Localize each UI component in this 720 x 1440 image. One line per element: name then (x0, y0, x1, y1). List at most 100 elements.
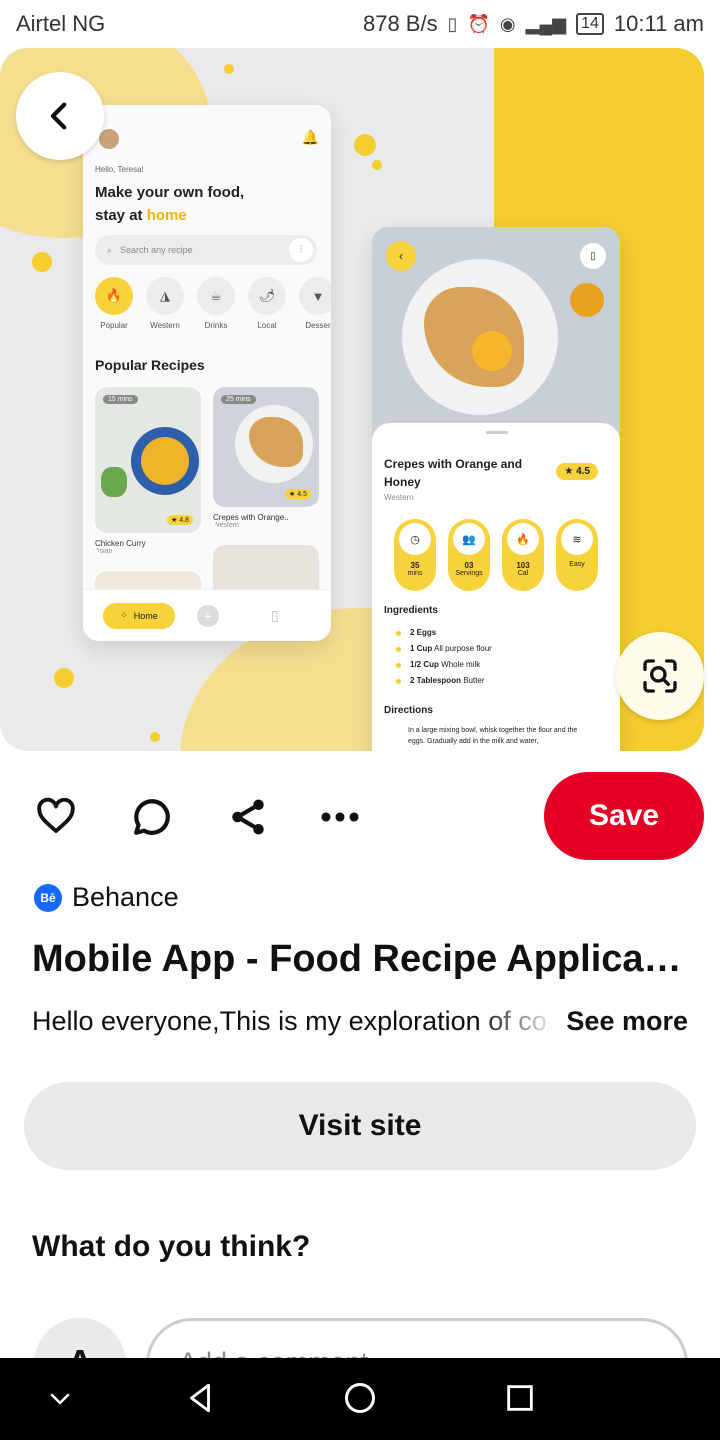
search-icon: ⌕ (107, 244, 113, 255)
behance-logo-icon: Bē (34, 883, 62, 912)
mockup-bottom-nav: ⁘ Home + ▯ (83, 589, 331, 641)
recipe-origin: Western (213, 522, 239, 529)
recipe-origin: Asian (95, 548, 113, 555)
battery-level: 14 (581, 15, 599, 32)
tagline-line2: stay at (95, 207, 147, 224)
like-button[interactable] (33, 794, 79, 840)
mockup-recipe-origin: Western (384, 493, 414, 502)
stat-time: ◷ 35 mins (394, 519, 436, 591)
mockup-home-label: Home (133, 610, 158, 621)
square-recents-icon (507, 1385, 533, 1411)
nav-home-button[interactable] (340, 1378, 380, 1418)
directions-text: In a large mixing bowl, whisk together t… (408, 727, 578, 745)
eye-icon: ◉ (499, 13, 516, 34)
people-icon: 👥 (453, 523, 485, 555)
carrier-name: Airtel NG (16, 11, 106, 36)
ingredient-item: 1/2 Cup Whole milk (396, 657, 492, 673)
more-options-button[interactable] (317, 794, 363, 840)
mockup-category: ▼ Desser (299, 277, 331, 330)
mockup-section-title: Popular Recipes (95, 357, 205, 373)
pin-image[interactable]: 🔔 Hello, Teresa! Make your own food, sta… (0, 48, 704, 751)
decor-dot (354, 134, 376, 156)
pin-title: Mobile App - Food Recipe Application (32, 938, 692, 980)
rating-badge: ★ 4.8 (167, 515, 193, 525)
category-label: Desser (305, 321, 331, 330)
stat-calories: 🔥 103 Cal (502, 519, 544, 591)
grid-icon: ⁘ (120, 610, 128, 620)
plus-icon: + (197, 604, 219, 627)
system-nav-bar (0, 1358, 720, 1440)
mockup-category: 🌶 Local (248, 277, 286, 330)
curry-image: 15 mins ★ 4.8 (95, 387, 201, 533)
mockup-home-tab: ⁘ Home (103, 602, 175, 629)
comment-icon (134, 799, 170, 835)
mockup-tagline: Make your own food, stay at home (95, 181, 305, 227)
mockup-search-placeholder: Search any recipe (120, 245, 193, 255)
ingredient-qty: 2 Tablespoon (410, 676, 461, 685)
share-button[interactable] (225, 794, 271, 840)
orange-shape (472, 331, 512, 371)
ingredient-name: Whole milk (441, 660, 481, 669)
chevron-left-icon: ‹ (386, 241, 416, 271)
leaf-shape (101, 467, 127, 497)
stat-value: 03 (464, 561, 474, 570)
honey-jar-shape (570, 283, 604, 317)
chevron-left-icon (50, 102, 67, 130)
cup-icon: ☕ (197, 277, 235, 315)
sheet-handle (486, 431, 508, 434)
category-label: Popular (100, 321, 128, 330)
filter-icon: ⫶ (289, 238, 313, 262)
ingredient-name: Butter (463, 676, 485, 685)
mockup-category: ☕ Drinks (197, 277, 235, 330)
mockup-category: 🔥 Popular (95, 277, 133, 330)
pin-description: Hello everyone,This is my exploration of… (32, 1006, 547, 1036)
see-more-link[interactable]: See more (566, 1006, 688, 1046)
nav-back-button[interactable] (180, 1378, 220, 1418)
visit-site-button[interactable]: Visit site (24, 1082, 696, 1170)
mockup-rating: ★ 4.5 (556, 463, 598, 480)
stat-label: Servings (455, 570, 483, 577)
curry-shape (141, 437, 189, 485)
hide-keyboard-button[interactable] (40, 1378, 80, 1418)
mockup-search: ⌕ Search any recipe ⫶ (95, 235, 317, 265)
back-button[interactable] (16, 72, 104, 160)
mockup-categories: 🔥 Popular ◮ Western ☕ Drinks 🌶 Local ▼ Desser (95, 277, 331, 330)
fire-icon: 🔥 (507, 523, 539, 555)
alarm-icon: ⏰ (467, 13, 490, 34)
source-name: Behance (72, 882, 179, 912)
network-speed: 878 B/s (362, 11, 438, 36)
tagline-line1: Make your own food, (95, 184, 245, 201)
more-icon (321, 812, 359, 822)
chevron-down-icon (50, 1393, 70, 1405)
ingredient-item: 2 Tablespoon Butter (396, 673, 492, 689)
pizza-icon: ◮ (146, 277, 184, 315)
save-button[interactable]: Save (544, 772, 704, 860)
directions-heading: Directions (384, 705, 433, 716)
comment-button[interactable] (129, 794, 175, 840)
chili-icon: 🌶 (248, 277, 286, 315)
ingredient-name: All purpose flour (434, 644, 492, 653)
visual-search-button[interactable] (616, 632, 704, 720)
recipe-name: Crepes with Orange.. (213, 513, 289, 522)
nav-recents-button[interactable] (500, 1378, 540, 1418)
mockup-stats: ◷ 35 mins 👥 03 Servings 🔥 103 Cal ≋ Easy (394, 519, 598, 591)
stat-value: 35 (410, 561, 420, 570)
rating-badge: ★ 4.5 (285, 489, 311, 499)
ingredient-qty: 1 Cup (410, 644, 433, 653)
pin-source[interactable]: Bē Behance (34, 882, 179, 913)
category-label: Western (150, 321, 180, 330)
stat-value: 103 (516, 561, 530, 570)
mockup-home-screen: 🔔 Hello, Teresa! Make your own food, sta… (83, 105, 331, 641)
comments-heading: What do you think? (32, 1230, 311, 1263)
layers-icon: ≋ (561, 523, 593, 555)
mockup-greeting: Hello, Teresa! (95, 165, 144, 174)
bookmark-icon: ▯ (580, 243, 606, 269)
mockup-detail-screen: ‹ ▯ Crepes with Orange and Honey Western… (372, 227, 620, 751)
mockup-detail-sheet: Crepes with Orange and Honey Western ★ 4… (372, 423, 620, 751)
mockup-category: ◮ Western (146, 277, 184, 330)
decor-dot (372, 160, 382, 170)
category-label: Drinks (204, 321, 228, 330)
stat-difficulty: ≋ Easy (556, 519, 598, 591)
bookmark-icon: ▯ (271, 607, 279, 623)
heart-icon (37, 797, 75, 833)
